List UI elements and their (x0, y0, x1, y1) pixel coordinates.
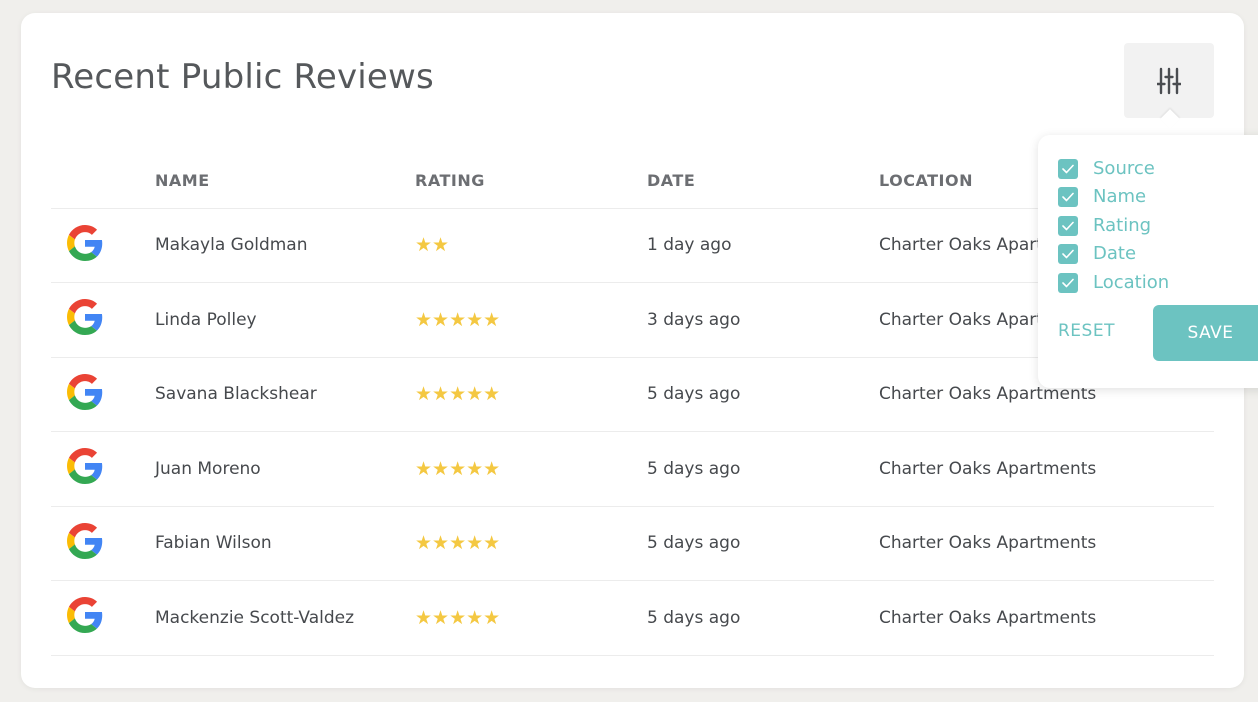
checkbox[interactable] (1058, 158, 1078, 179)
review-date: 5 days ago (647, 506, 879, 581)
checkmark-icon (1062, 164, 1074, 173)
column-header-rating[interactable]: RATING (415, 153, 647, 209)
checkmark-icon (1062, 192, 1074, 201)
filter-option-date[interactable]: Date (1058, 243, 1136, 264)
filter-option-source[interactable]: Source (1058, 158, 1155, 179)
table-row[interactable]: Mackenzie Scott-Valdez ★★★★★ 5 days ago … (51, 580, 1214, 656)
google-icon (67, 373, 103, 410)
google-icon (67, 522, 103, 559)
review-date: 1 day ago (647, 208, 879, 283)
column-header-date[interactable]: DATE (647, 153, 879, 209)
reset-button[interactable]: RESET (1058, 321, 1115, 341)
filter-option-label: Name (1093, 186, 1147, 207)
page-title: Recent Public Reviews (51, 57, 434, 97)
reviewer-name: Fabian Wilson (155, 506, 415, 581)
review-date: 5 days ago (647, 580, 879, 656)
reviewer-name: Mackenzie Scott-Valdez (155, 580, 415, 656)
filter-option-label: Rating (1093, 215, 1152, 236)
checkmark-icon (1062, 278, 1074, 287)
filter-option-name[interactable]: Name (1058, 186, 1146, 207)
review-date: 3 days ago (647, 282, 879, 358)
checkmark-icon (1062, 249, 1074, 258)
rating-stars: ★★★★★ (415, 580, 647, 656)
rating-stars: ★★★★★ (415, 506, 647, 581)
review-location: Charter Oaks Apartments (879, 431, 1214, 507)
google-icon (67, 299, 103, 336)
filter-option-label: Date (1093, 243, 1137, 264)
filter-option-location[interactable]: Location (1058, 272, 1169, 293)
rating-stars: ★★★★★ (415, 431, 647, 507)
column-header-source (51, 153, 155, 209)
review-location: Charter Oaks Apartments (879, 580, 1214, 656)
review-date: 5 days ago (647, 357, 879, 432)
table-row[interactable]: Fabian Wilson ★★★★★ 5 days ago Charter O… (51, 506, 1214, 581)
reviewer-name: Linda Polley (155, 282, 415, 358)
table-row[interactable]: Juan Moreno ★★★★★ 5 days ago Charter Oak… (51, 431, 1214, 507)
filter-option-rating[interactable]: Rating (1058, 215, 1151, 236)
column-header-name[interactable]: NAME (155, 153, 415, 209)
sliders-icon (1157, 67, 1181, 94)
google-icon (67, 597, 103, 634)
source-cell (51, 431, 155, 507)
checkbox[interactable] (1058, 186, 1078, 207)
save-button[interactable]: SAVE (1153, 305, 1258, 361)
google-icon (67, 224, 103, 261)
checkbox[interactable] (1058, 272, 1078, 293)
source-cell (51, 357, 155, 432)
reviewer-name: Makayla Goldman (155, 208, 415, 283)
filter-option-label: Source (1093, 158, 1155, 179)
checkmark-icon (1062, 221, 1074, 230)
rating-stars: ★★★★★ (415, 282, 647, 358)
source-cell (51, 580, 155, 656)
column-filter-button[interactable] (1124, 43, 1214, 118)
reviewer-name: Juan Moreno (155, 431, 415, 507)
reviewer-name: Savana Blackshear (155, 357, 415, 432)
source-cell (51, 506, 155, 581)
google-icon (67, 448, 103, 485)
filter-option-label: Location (1093, 272, 1170, 293)
rating-stars: ★★ (415, 208, 647, 283)
review-location: Charter Oaks Apartments (879, 506, 1214, 581)
review-date: 5 days ago (647, 431, 879, 507)
source-cell (51, 208, 155, 283)
checkbox[interactable] (1058, 215, 1078, 236)
column-filter-popover: Source Name Rating Date Location RESET SAVE (1038, 135, 1258, 388)
checkbox[interactable] (1058, 243, 1078, 264)
rating-stars: ★★★★★ (415, 357, 647, 432)
source-cell (51, 282, 155, 358)
